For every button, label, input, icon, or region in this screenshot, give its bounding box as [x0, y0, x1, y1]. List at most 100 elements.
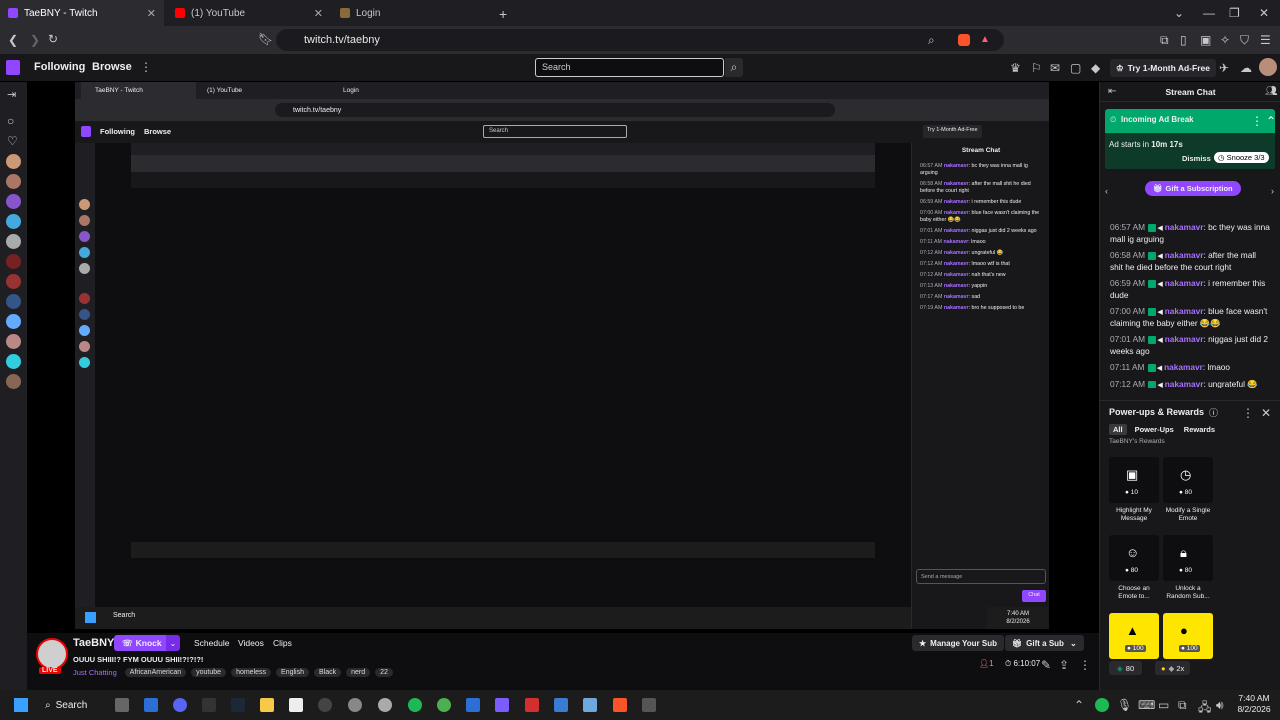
tray-icon[interactable]: ⧉	[1178, 698, 1187, 713]
message-username[interactable]: nakamavr	[944, 163, 969, 169]
message-username[interactable]: nakamavr	[1165, 379, 1204, 388]
reward-card[interactable]: ● ● 100	[1163, 613, 1213, 659]
window-close-icon[interactable]: ✕	[1259, 6, 1269, 20]
reload-icon[interactable]: ↻	[48, 32, 58, 46]
manage-sub-button[interactable]: ★ Manage Your Sub	[912, 635, 1004, 651]
monitor-icon[interactable]: ▭	[1158, 698, 1169, 712]
bookmark-icon[interactable]: 🔖︎	[258, 32, 273, 46]
gift-subscription-button[interactable]: 🎁︎ Gift a Subscription	[1145, 181, 1241, 196]
menu-icon[interactable]: ☰	[1260, 33, 1271, 47]
steam-icon[interactable]	[231, 698, 245, 712]
tab-all[interactable]: All	[1109, 424, 1127, 435]
message-username[interactable]: nakamavr	[944, 181, 969, 187]
reward-card[interactable]: 🔒︎ ● 80 Unlock a Random Sub...	[1163, 535, 1213, 601]
more-icon[interactable]: ⋮	[140, 60, 152, 74]
app-icon[interactable]	[554, 698, 568, 712]
channel-name[interactable]: TaeBNY	[73, 637, 114, 649]
message-username[interactable]: nakamavr	[944, 283, 969, 289]
message-username[interactable]: nakamavr	[944, 210, 969, 216]
notepad-icon[interactable]	[289, 698, 303, 712]
message-username[interactable]: nakamavr	[1165, 306, 1204, 316]
forward-icon[interactable]: ❯	[30, 33, 40, 47]
message-username[interactable]: nakamavr	[943, 239, 968, 245]
nav-clips[interactable]: Clips	[273, 638, 292, 648]
reward-card[interactable]: ☺ ● 80 Choose an Emote to...	[1109, 535, 1159, 601]
close-tab-icon[interactable]: ✕	[147, 7, 156, 20]
multiplier-badge[interactable]: ● ◆ 2x	[1155, 661, 1191, 675]
close-tab-icon[interactable]: ✕	[314, 7, 323, 20]
leo-icon[interactable]: ✧	[1220, 33, 1230, 47]
message-username[interactable]: nakamavr	[944, 199, 969, 205]
network-icon[interactable]: 🖧︎	[1198, 698, 1211, 719]
app-icon[interactable]	[583, 698, 597, 712]
ad-more-icon[interactable]: ⋮	[1251, 114, 1263, 128]
spotify-icon[interactable]	[408, 698, 422, 712]
search-input[interactable]: Search	[535, 58, 724, 77]
info-icon[interactable]: ⓘ	[1209, 406, 1218, 419]
file-explorer-icon[interactable]	[260, 698, 274, 712]
message-username[interactable]: nakamavr	[944, 228, 969, 234]
next-icon[interactable]: ›	[1271, 186, 1274, 196]
tab-youtube[interactable]: (1) YouTube ✕	[167, 0, 331, 26]
media-player-icon[interactable]	[318, 698, 332, 712]
dismiss-button[interactable]: Dismiss	[1182, 154, 1211, 163]
message-username[interactable]: nakamavr	[1165, 334, 1204, 344]
zoom-icon[interactable]: ⌕	[928, 33, 935, 48]
more-options-icon[interactable]: ⋮	[1079, 658, 1091, 672]
notifications-icon[interactable]: ⚐	[1031, 61, 1042, 75]
discord-icon[interactable]	[173, 698, 187, 712]
obs-icon[interactable]	[378, 698, 392, 712]
tab-twitch[interactable]: TaeBNY - Twitch ✕	[0, 0, 164, 26]
power-ups-close-icon[interactable]: ✕	[1261, 406, 1271, 420]
tag[interactable]: English	[276, 668, 309, 677]
nav-following[interactable]: Following	[34, 61, 85, 73]
message-username[interactable]: nakamavr	[1165, 222, 1204, 232]
ad-free-button[interactable]: ♔ Try 1-Month Ad-Free	[1110, 59, 1216, 77]
whispers-icon[interactable]: ▢	[1070, 61, 1081, 75]
users-icon[interactable]: 👥︎	[1265, 86, 1278, 97]
tab-power-ups[interactable]: Power-Ups	[1135, 425, 1174, 434]
channel-points-button[interactable]: ◈ 80	[1109, 661, 1143, 675]
maximize-icon[interactable]: ❐	[1229, 6, 1240, 20]
message-username[interactable]: nakamavr	[944, 272, 969, 278]
sidebar-icon[interactable]: ▯	[1180, 33, 1187, 47]
prime-icon[interactable]: ♛	[1010, 61, 1021, 75]
nav-schedule[interactable]: Schedule	[194, 638, 229, 648]
app-icon[interactable]	[495, 698, 509, 712]
ad-collapse-icon[interactable]: ⌃	[1266, 114, 1276, 128]
volume-icon[interactable]: 🔊︎	[1216, 698, 1224, 713]
app-icon[interactable]	[202, 698, 216, 712]
brave-rewards-icon[interactable]: ▲	[980, 34, 990, 45]
message-username[interactable]: nakamavr	[1165, 278, 1204, 288]
inbox-icon[interactable]: ✉	[1050, 61, 1060, 75]
tab-search-icon[interactable]: ⌄	[1174, 6, 1184, 20]
tag[interactable]: Black	[314, 668, 342, 677]
tab-login[interactable]: Login	[332, 0, 496, 26]
nav-videos[interactable]: Videos	[238, 638, 264, 648]
cloud-icon[interactable]: ☁	[1240, 61, 1252, 75]
widgets-icon[interactable]	[144, 698, 158, 712]
tag[interactable]: youtube	[191, 668, 227, 677]
reward-card[interactable]: ▣ ● 10 Highlight My Message	[1109, 457, 1159, 523]
message-username[interactable]: nakamavr	[944, 294, 969, 300]
category-link[interactable]: Just Chatting	[73, 668, 117, 677]
knock-button[interactable]: ☏ Knock	[114, 635, 170, 651]
message-username[interactable]: nakamavr	[944, 261, 969, 267]
reward-card[interactable]: ◷ ● 80 Modify a Single Emote	[1163, 457, 1213, 523]
mic-icon[interactable]: 🎙︎	[1117, 698, 1132, 712]
message-username[interactable]: nakamavr	[1165, 250, 1204, 260]
brave-icon[interactable]	[613, 698, 627, 712]
new-tab-icon[interactable]: +	[499, 6, 507, 22]
spotify-tray-icon[interactable]	[1095, 698, 1109, 712]
share-icon[interactable]: ⇪	[1059, 658, 1069, 672]
turbo-icon[interactable]: ✈	[1219, 61, 1229, 75]
nav-browse[interactable]: Browse	[92, 61, 132, 73]
snooze-button[interactable]: ◷ Snooze 3/3	[1214, 152, 1269, 163]
start-icon[interactable]	[14, 698, 28, 712]
brave-shields-icon[interactable]	[958, 34, 970, 46]
youtube-icon[interactable]	[525, 698, 539, 712]
bits-icon[interactable]: ◆	[1091, 61, 1100, 75]
heart-icon[interactable]: ♡	[7, 134, 18, 148]
tag[interactable]: AfricanAmerican	[124, 668, 187, 677]
search-icon[interactable]: ⌕	[725, 58, 743, 77]
